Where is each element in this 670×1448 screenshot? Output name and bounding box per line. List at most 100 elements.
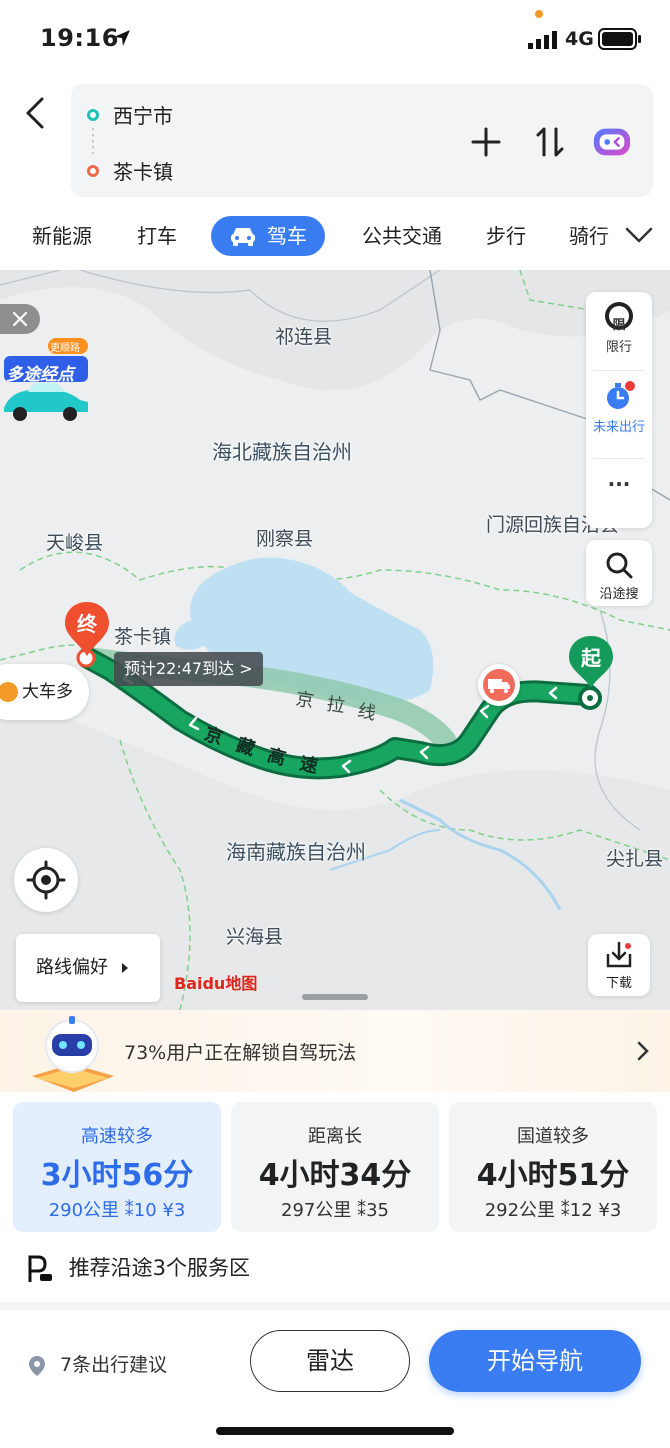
multi-waypoint-promo[interactable]: 更顺路 多途经点 xyxy=(0,336,92,426)
start-navigation-button[interactable]: 开始导航 xyxy=(429,1330,641,1392)
origin-dot-icon xyxy=(87,108,99,121)
end-marker-label: 终 xyxy=(77,612,97,636)
route-meta: 290公里 ⁑10 ¥3 xyxy=(48,1200,186,1221)
download-button[interactable]: 下载 xyxy=(588,934,650,996)
place-tianjun: 天峻县 xyxy=(46,532,104,554)
restriction-label: 限行 xyxy=(605,340,632,355)
route-duration: 4小时51分 xyxy=(476,1158,630,1193)
route-options: 高速较多 3小时56分 290公里 ⁑10 ¥3 距离长 4小时34分 297公… xyxy=(0,1092,670,1242)
route-meta: 297公里 ⁑35 xyxy=(281,1200,389,1221)
stopwatch-icon xyxy=(607,381,635,409)
future-trip-button[interactable]: 未来出行 xyxy=(586,380,652,435)
place-hainan: 海南藏族自治州 xyxy=(226,840,366,864)
download-label: 下载 xyxy=(605,976,632,991)
restriction-glyph: 限 xyxy=(612,318,626,333)
route-tag: 高速较多 xyxy=(81,1126,153,1147)
chevron-down-icon[interactable] xyxy=(624,224,654,246)
add-waypoint-button[interactable] xyxy=(466,122,506,162)
download-icon xyxy=(606,941,632,968)
location-arrow-icon xyxy=(114,30,130,46)
tab-drive-label: 驾车 xyxy=(267,224,307,248)
self-drive-banner[interactable]: 73%用户正在解锁自驾玩法 xyxy=(0,1010,670,1092)
map-view[interactable]: 祁连县 海北藏族自治州 天峻县 刚察县 门源回族自治县 茶卡镇 海南藏族自治州 … xyxy=(0,270,670,1010)
swap-icon xyxy=(536,127,564,157)
origin-text: 西宁市 xyxy=(113,104,173,128)
travel-tips-link[interactable]: 7条出行建议 xyxy=(28,1350,167,1377)
origin-field[interactable]: 西宁市 xyxy=(87,100,173,129)
search-along-button[interactable]: 沿途搜 xyxy=(586,540,652,606)
big-truck-alert[interactable]: 大车多 xyxy=(0,664,89,720)
place-qilian: 祁连县 xyxy=(275,326,333,348)
close-promo-button[interactable] xyxy=(0,304,40,334)
assistant-button[interactable] xyxy=(592,122,632,162)
end-marker[interactable]: 终 xyxy=(62,600,112,660)
warning-dot-icon xyxy=(0,682,18,702)
destination-field[interactable]: 茶卡镇 xyxy=(87,156,173,185)
route-tag: 国道较多 xyxy=(517,1126,589,1147)
status-time: 19:16 xyxy=(40,24,119,52)
plus-icon xyxy=(471,127,501,157)
route-preference-button[interactable]: 路线偏好 xyxy=(16,934,160,1002)
swap-route-button[interactable] xyxy=(530,122,570,162)
robot-mascot-icon xyxy=(32,1016,114,1092)
close-icon xyxy=(12,311,28,327)
route-option-card[interactable]: 距离长 4小时34分 297公里 ⁑35 xyxy=(231,1102,439,1232)
travel-mode-tabs: 新能源 打车 驾车 公共交通 步行 骑行 xyxy=(0,206,670,264)
route-option-card[interactable]: 国道较多 4小时51分 292公里 ⁑12 ¥3 xyxy=(449,1102,657,1232)
locate-me-button[interactable] xyxy=(14,848,78,912)
service-area-icon xyxy=(28,1255,52,1282)
route-tag: 距离长 xyxy=(308,1126,362,1147)
restriction-button[interactable]: 限 限行 xyxy=(586,300,652,355)
home-indicator xyxy=(216,1427,454,1435)
radar-button[interactable]: 雷达 xyxy=(250,1330,410,1392)
truck-restriction-marker[interactable] xyxy=(478,664,520,706)
chevron-right-icon xyxy=(637,1041,649,1061)
more-dots-icon: ··· xyxy=(607,472,631,496)
eta-label[interactable]: 预计22:47到达 > xyxy=(114,652,263,686)
map-tools-panel: 限 限行 未来出行 ··· xyxy=(586,292,652,528)
place-chaka: 茶卡镇 xyxy=(114,626,172,648)
location-pin-icon xyxy=(29,1355,45,1376)
panel-divider xyxy=(594,458,644,459)
start-marker[interactable]: 起 xyxy=(566,634,616,690)
route-planning-screen: 19:16 4G 西宁市 茶卡镇 新能源 打车 驾车 公共交通 步行 骑行 祁连… xyxy=(0,0,670,1448)
baidu-map-logo: Baidu地图 xyxy=(174,974,258,993)
place-gangcha: 刚察县 xyxy=(256,528,314,550)
car-icon xyxy=(231,228,255,246)
tab-new-energy[interactable]: 新能源 xyxy=(32,216,92,256)
tab-walk[interactable]: 步行 xyxy=(486,216,526,256)
travel-tips-text: 7条出行建议 xyxy=(60,1354,168,1376)
tab-drive[interactable]: 驾车 xyxy=(211,216,325,256)
place-haibei: 海北藏族自治州 xyxy=(212,440,352,464)
search-icon xyxy=(606,552,633,579)
route-connector xyxy=(92,128,94,154)
section-separator xyxy=(0,1302,670,1310)
battery-icon xyxy=(598,28,641,50)
orange-dot-indicator xyxy=(535,10,543,18)
crosshair-icon xyxy=(26,860,66,900)
network-type: 4G xyxy=(565,28,594,50)
destination-dot-icon xyxy=(87,164,99,177)
tab-public-transit[interactable]: 公共交通 xyxy=(362,216,442,256)
place-xinghai: 兴海县 xyxy=(226,926,284,948)
promo-title: 多途经点 xyxy=(6,365,74,385)
drag-handle[interactable] xyxy=(302,994,368,1000)
service-area-text: 推荐沿途3个服务区 xyxy=(68,1256,251,1280)
promo-tag: 更顺路 xyxy=(50,343,80,354)
service-area-recommendation[interactable]: 推荐沿途3个服务区 xyxy=(26,1250,250,1290)
assistant-robot-icon xyxy=(593,128,631,156)
panel-divider xyxy=(594,370,644,371)
status-bar: 19:16 4G xyxy=(0,0,670,80)
future-trip-label: 未来出行 xyxy=(592,420,645,435)
search-along-label: 沿途搜 xyxy=(599,587,639,602)
start-marker-label: 起 xyxy=(581,646,601,670)
back-arrow-icon[interactable] xyxy=(20,95,54,131)
signal-icon xyxy=(528,31,557,49)
caret-right-icon xyxy=(121,963,128,973)
route-option-card[interactable]: 高速较多 3小时56分 290公里 ⁑10 ¥3 xyxy=(13,1102,221,1232)
banner-text: 73%用户正在解锁自驾玩法 xyxy=(124,1042,357,1064)
tab-taxi[interactable]: 打车 xyxy=(137,216,177,256)
route-meta: 292公里 ⁑12 ¥3 xyxy=(484,1200,622,1221)
more-button[interactable]: ··· xyxy=(586,472,652,496)
big-truck-text: 大车多 xyxy=(22,682,73,702)
